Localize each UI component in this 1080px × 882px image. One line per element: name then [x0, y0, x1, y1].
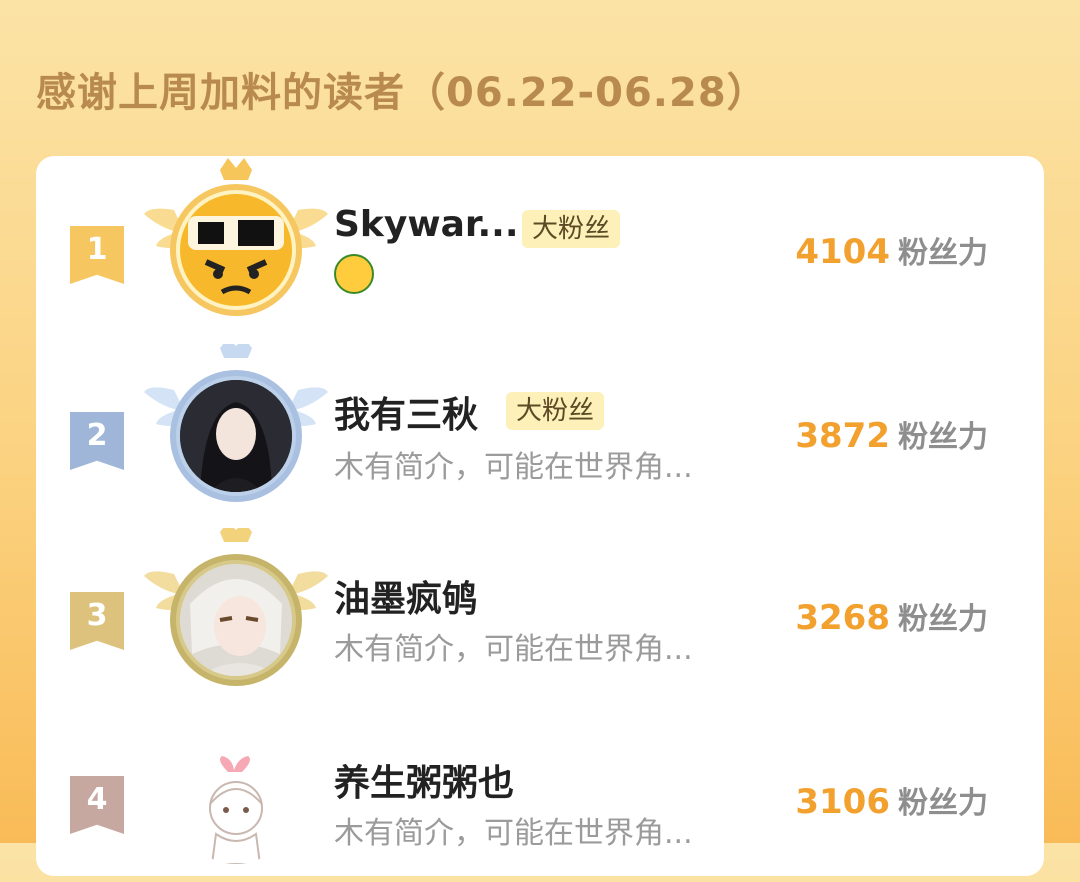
reader-name[interactable]: 我有三秋 [334, 386, 478, 438]
rank-badge: 3 [70, 592, 124, 650]
leaderboard-row[interactable]: 3 油墨疯鸲 木有简介，可能在世界角... 3268 粉丝力 [36, 528, 1044, 698]
avatar-frame-silver [144, 344, 328, 514]
avatar[interactable] [176, 560, 296, 680]
anime-character-avatar-icon [180, 564, 292, 676]
leaderboard-row[interactable]: 4 养生粥粥也 木有简介，可能在世界角... 3106 粉丝力 [36, 712, 1044, 882]
leaderboard-row[interactable]: 2 我有三秋 大粉丝 木有简介，可能在世界角... 3872 粉丝力 [36, 344, 1044, 514]
avatar-frame-bronze [144, 528, 328, 698]
reader-name[interactable]: 油墨疯鸲 [334, 570, 478, 622]
reader-bio: 木有简介，可能在世界角... [334, 450, 693, 485]
fan-level-badge: 大粉丝 [522, 210, 621, 248]
fan-power-score: 3268 粉丝力 [795, 598, 988, 638]
leaderboard-card: 1 Skywar... 大粉丝 4104 粉丝力 2 我有三秋 大粉丝 木有简介… [36, 156, 1044, 876]
reader-bio: 木有简介，可能在世界角... [334, 816, 693, 851]
money-face-emoji-icon [334, 254, 374, 294]
avatar-frame-gold [144, 158, 328, 328]
reader-name[interactable]: Skywar... [334, 204, 519, 245]
rank-badge: 4 [70, 776, 124, 834]
reader-bio: 木有简介，可能在世界角... [334, 632, 693, 667]
avatar[interactable] [176, 190, 296, 310]
cartoon-girl-avatar-icon [209, 756, 263, 864]
rank-badge: 1 [70, 226, 124, 284]
reader-name[interactable]: 养生粥粥也 [334, 754, 514, 806]
fan-power-score: 3872 粉丝力 [795, 416, 988, 456]
avatar[interactable] [176, 376, 296, 496]
angry-emoji-avatar-icon [180, 194, 292, 306]
fan-power-score: 4104 粉丝力 [795, 232, 988, 272]
user-photo-avatar-icon [180, 380, 292, 492]
fan-power-score: 3106 粉丝力 [795, 782, 988, 822]
rank-badge: 2 [70, 412, 124, 470]
fan-level-badge: 大粉丝 [506, 392, 605, 430]
leaderboard-row[interactable]: 1 Skywar... 大粉丝 4104 粉丝力 [36, 158, 1044, 328]
avatar[interactable] [176, 744, 296, 864]
avatar-frame [144, 712, 328, 882]
leaderboard-header-title: 感谢上周加料的读者（06.22-06.28） [36, 70, 768, 116]
